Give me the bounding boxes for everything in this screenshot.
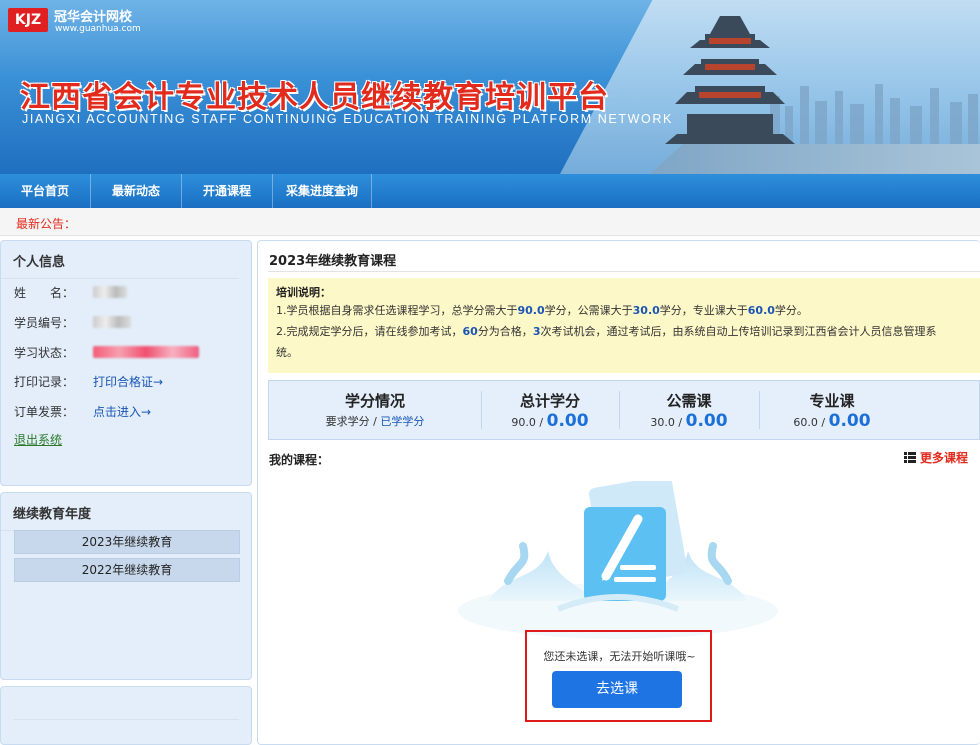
platform-title: 江西省会计专业技术人员继续教育培训平台: [20, 80, 609, 115]
credit-professional-slash: /: [817, 416, 829, 429]
credit-total-title: 总计学分: [519, 392, 580, 410]
highlight-box: [525, 630, 712, 722]
my-courses-label: 我的课程：: [269, 453, 330, 467]
notice2-pass-score: 60: [462, 325, 478, 338]
profile-panel: 个人信息 姓 名： 学员编号： 学习状态： 打印记录： 打印合格证→ 订单发票：…: [0, 240, 252, 486]
credit-summary: 学分情况 要求学分 / 已学学分 总计学分 90.0 / 0.00 公需课 30…: [268, 380, 980, 440]
platform-subtitle: JIANGXI ACCOUNTING STAFF CONTINUING EDUC…: [22, 112, 673, 126]
notice2-text-a: 2.完成规定学分后，请在线参加考试，: [276, 325, 463, 338]
notice1-professional-credit: 60.0: [747, 304, 775, 317]
notice1-text-d: 学分。: [774, 304, 808, 317]
nav-news[interactable]: 最新动态: [91, 174, 182, 208]
notice1-text-a: 1.学员根据自身需求任选课程学习，总学分需大于: [276, 304, 518, 317]
main-divider: [268, 271, 980, 272]
site-logo[interactable]: KJZ: [8, 8, 48, 32]
credit-summary-title: 学分情况: [344, 392, 405, 410]
notice2-text-d: 统。: [276, 346, 298, 359]
nav-home[interactable]: 平台首页: [0, 174, 91, 208]
print-certificate-link[interactable]: 打印合格证→: [93, 373, 163, 390]
header-banner: KJZ 冠华会计网校 www.guanhua.com 江西省会计专业技术人员继续…: [0, 0, 980, 174]
credit-public-value: 30.0 / 0.00: [619, 411, 759, 431]
credit-professional-required: 60.0: [793, 416, 818, 429]
student-id-label: 学员编号：: [14, 316, 75, 330]
credit-total-earned: 0.00: [546, 411, 589, 431]
extra-panel: [0, 686, 252, 745]
announcement-label: 最新公告：: [16, 217, 77, 231]
notice1-text-b: 学分，公需课大于: [544, 304, 633, 317]
training-notice-line2: 2.完成规定学分后，请在线参加考试，60分为合格，3次考试机会，通过考试后，由系…: [276, 321, 972, 342]
training-notice-line3: 统。: [276, 342, 972, 363]
logo-name: 冠华会计网校: [54, 10, 133, 25]
credit-public-earned: 0.00: [685, 411, 728, 431]
credit-public-required: 30.0: [650, 416, 675, 429]
notice2-text-c: 次考试机会，通过考试后，由系统自动上传培训记录到江西省会计人员信息管理系: [540, 325, 937, 338]
notice1-public-credit: 30.0: [632, 304, 660, 317]
notice2-text-b: 分为合格，: [477, 325, 533, 338]
year-2023-button[interactable]: 2023年继续教育: [14, 530, 240, 554]
profile-title: 个人信息: [1, 241, 239, 279]
pagoda-image: [665, 16, 795, 144]
credit-professional: 专业课 60.0 / 0.00: [759, 381, 905, 439]
name-value-redacted: [93, 286, 127, 298]
name-label: 姓 名：: [14, 286, 75, 300]
credit-public-slash: /: [674, 416, 686, 429]
study-status-redacted: [93, 346, 199, 358]
legend-required: 要求学分: [325, 415, 370, 428]
more-courses-link[interactable]: 更多课程: [903, 449, 968, 466]
credit-public: 公需课 30.0 / 0.00: [619, 381, 759, 439]
list-icon: [903, 452, 916, 463]
study-status-label: 学习状态：: [14, 346, 75, 360]
extra-panel-divider: [13, 719, 239, 720]
announcement-bar: 最新公告：: [0, 208, 980, 236]
invoice-label: 订单发票：: [14, 405, 75, 419]
credit-total-slash: /: [535, 416, 547, 429]
credit-total-required: 90.0: [511, 416, 536, 429]
student-id-redacted: [93, 316, 131, 328]
credit-summary-header: 学分情况 要求学分 / 已学学分: [269, 381, 481, 439]
invoice-link[interactable]: 点击进入→: [93, 403, 151, 420]
credit-professional-value: 60.0 / 0.00: [759, 411, 905, 431]
training-notice-title: 培训说明：: [276, 286, 331, 299]
empty-course-illustration: [458, 481, 778, 639]
nav-open-course[interactable]: 开通课程: [182, 174, 273, 208]
credit-summary-legend: 要求学分 / 已学学分: [269, 413, 481, 429]
credit-total: 总计学分 90.0 / 0.00: [481, 381, 619, 439]
notice1-total-credit: 90.0: [517, 304, 545, 317]
years-panel: 继续教育年度 2023年继续教育 2022年继续教育: [0, 492, 252, 680]
year-2022-button[interactable]: 2022年继续教育: [14, 558, 240, 582]
nav-progress-query[interactable]: 采集进度查询: [273, 174, 372, 208]
print-record-label: 打印记录：: [14, 375, 75, 389]
more-courses-label: 更多课程: [919, 451, 968, 465]
notice1-text-c: 学分，专业课大于: [659, 304, 748, 317]
training-notice-line1: 1.学员根据自身需求任选课程学习，总学分需大于90.0学分，公需课大于30.0学…: [276, 300, 972, 321]
main-nav: 平台首页 最新动态 开通课程 采集进度查询: [0, 174, 980, 208]
main-panel: 2023年继续教育课程 培训说明： 1.学员根据自身需求任选课程学习，总学分需大…: [257, 240, 980, 745]
logout-link[interactable]: 退出系统: [14, 431, 62, 448]
credit-professional-title: 专业课: [809, 392, 855, 410]
years-title: 继续教育年度: [1, 493, 239, 531]
training-notice: 培训说明： 1.学员根据自身需求任选课程学习，总学分需大于90.0学分，公需课大…: [268, 278, 980, 373]
credit-total-value: 90.0 / 0.00: [481, 411, 619, 431]
logo-url: www.guanhua.com: [55, 24, 141, 34]
course-year-title: 2023年继续教育课程: [269, 254, 397, 269]
legend-separator: /: [369, 415, 381, 428]
credit-public-title: 公需课: [666, 392, 712, 410]
credit-professional-earned: 0.00: [828, 411, 871, 431]
legend-earned: 已学学分: [380, 415, 425, 428]
